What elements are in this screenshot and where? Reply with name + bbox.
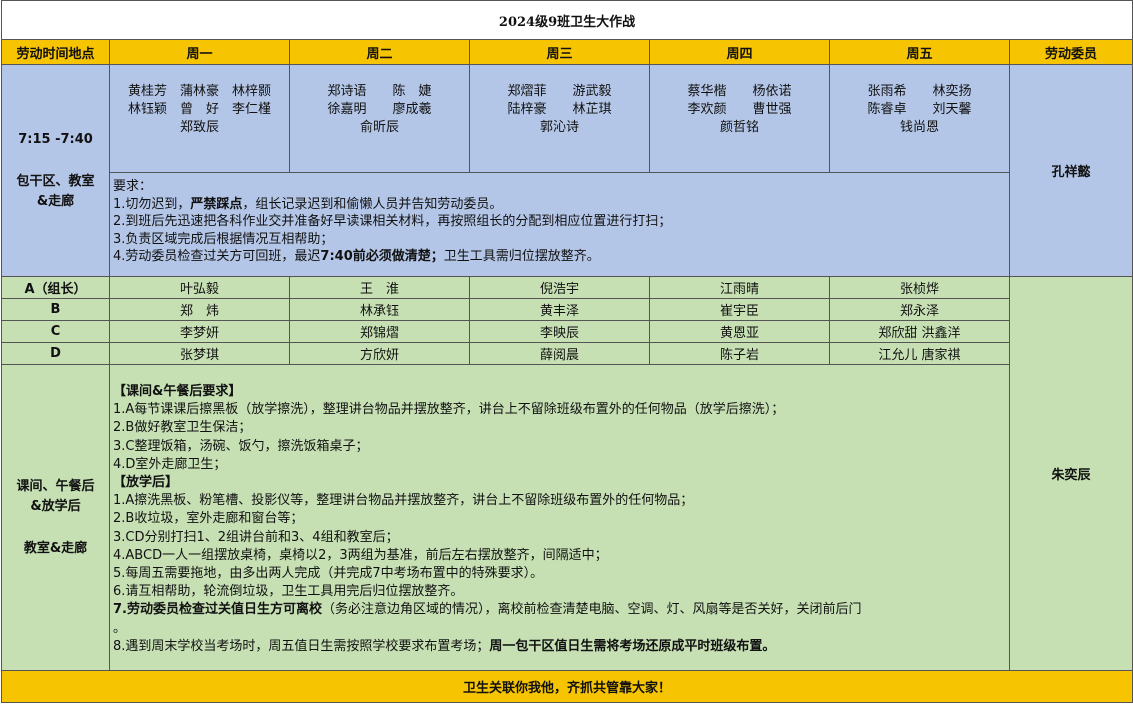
req-item-2: 2.到班后先迅速把各科作业交并准备好早读课相关材料，再按照组长的分配到相应位置进… [113,214,672,229]
header-monday: 周一 [109,39,290,65]
group-cell: 郑锦熠 [289,320,470,343]
footer-slogan: 卫生关联你我他，齐抓共管靠大家！ [0,670,1133,703]
group-cell: 李梦妍 [109,320,290,343]
afternoon-line1: 课间、午餐后 [16,478,95,494]
page-title: 2024级9班卫生大作战 [0,0,1133,40]
morning-names-wednesday: 郑熠菲 游武毅 陆梓豪 林芷琪 郭沁诗 [469,64,650,173]
req-item-4: 4.劳动委员检查过关方可回班，最迟7:40前必须做清楚；卫生工具需归位摆放整齐。 [113,249,600,264]
sec2-item-7-tail: 。 [113,620,127,636]
name-line: 蔡华楷 杨依诺 [687,84,792,99]
req-item-3: 3.负责区域完成后根据情况互相帮助； [113,231,334,247]
group-cell: 郑欣甜 洪鑫洋 [829,320,1010,343]
group-cell: 王 淮 [289,276,470,299]
morning-names-monday: 黄桂芳 蒲林豪 林梓颢 林钰颖 曾 好 李仁槿 郑致辰 [109,64,290,173]
group-row-d: D 张梦琪 方欣妍 薛阅晨 陈子岩 江允儿 唐家祺 [1,342,1133,365]
header-row: 劳动时间地点 周一 周二 周三 周四 周五 劳动委员 [1,39,1133,65]
sec1-item: 2.B做好教室卫生保洁； [113,420,252,436]
group-cell: 薛阅晨 [469,342,650,365]
group-cell: 叶弘毅 [109,276,290,299]
sec2-item: 1.A擦洗黑板、粉笔槽、投影仪等，整理讲台物品并摆放整齐，讲台上不留除班级布置外… [113,493,694,509]
name-line: 林钰颖 曾 好 李仁槿 [127,102,271,117]
group-label: D [1,342,110,365]
name-line: 颜哲铭 [719,120,759,135]
name-line: 俞昕辰 [359,120,399,135]
sec1-item: 3.C整理饭箱，汤碗、饭勺，擦洗饭箱桌子； [113,438,369,454]
morning-place-line2: &走廊 [36,193,75,209]
group-cell: 李映辰 [469,320,650,343]
header-tuesday: 周二 [289,39,470,65]
morning-time: 7:15 -7:40 [18,131,93,147]
morning-names-friday: 张雨希 林奕扬 陈睿卓 刘天馨 钱尚恩 [829,64,1010,173]
name-line: 李欢颜 曹世强 [687,102,792,117]
sec1-item: 1.A每节课课后擦黑板（放学擦洗），整理讲台物品并摆放整齐，讲台上不留除班级布置… [113,402,785,418]
group-row-a: A（组长） 叶弘毅 王 淮 倪浩宇 江雨晴 张桢烨 朱奕辰 [1,276,1133,671]
group-cell: 张桢烨 [829,276,1010,299]
sec1-item: 4.D室外走廊卫生； [113,456,227,472]
group-cell: 江雨晴 [649,276,830,299]
name-line: 陈睿卓 刘天馨 [867,102,972,117]
name-line: 郭沁诗 [539,120,579,135]
afternoon-member: 朱奕辰 [1008,276,1133,671]
sec2-item: 5.每周五需要拖地，由多出两人完成（并完成7中考场布置中的特殊要求）。 [113,566,544,582]
group-cell: 江允儿 唐家祺 [829,342,1010,365]
req-item-1: 1.切勿迟到，严禁踩点，组长记录迟到和偷懒人员并告知劳动委员。 [113,196,503,212]
group-cell: 张梦琪 [109,342,290,365]
sec2-item: 6.请互相帮助，轮流倒垃圾，卫生工具用完后归位摆放整齐。 [113,584,464,600]
morning-time-place: 7:15 -7:40 包干区、教室 &走廊 [1,64,110,277]
afternoon-requirements: 【课间&午餐后要求】 1.A每节课课后擦黑板（放学擦洗），整理讲台物品并摆放整齐… [109,364,1010,671]
name-line: 郑熠菲 游武毅 [507,84,612,99]
group-label: C [1,320,110,343]
afternoon-time-place: 课间、午餐后 &放学后 教室&走廊 [1,364,110,671]
duty-table: 2024级9班卫生大作战 劳动时间地点 周一 周二 周三 周四 周五 劳动委员 … [0,0,1133,703]
name-line: 郑致辰 [179,120,219,135]
header-friday: 周五 [829,39,1010,65]
group-cell: 林承钰 [289,298,470,321]
afternoon-line3: 教室&走廊 [23,540,88,556]
name-line: 张雨希 林奕扬 [867,84,972,99]
group-cell: 黄丰泽 [469,298,650,321]
header-time-place: 劳动时间地点 [1,39,110,65]
group-label: B [1,298,110,321]
morning-member: 孔祥懿 [1008,64,1133,277]
group-cell: 郑永泽 [829,298,1010,321]
sec2-item: 4.ABCD一人一组摆放桌椅，桌椅以2，3两组为基准，前后左右摆放整齐，间隔适中… [113,547,608,563]
group-cell: 倪浩宇 [469,276,650,299]
sec2-title: 【放学后】 [113,475,179,491]
sec2-item-8: 8.遇到周末学校当考场时，周五值日生需按照学校要求布置考场；周一包干区值日生需将… [113,638,776,654]
header-thursday: 周四 [649,39,830,65]
sec2-item: 2.B收垃圾，室外走廊和窗台等； [113,511,304,527]
group-row-b: B 郑 炜 林承钰 黄丰泽 崔宇臣 郑永泽 [1,298,1133,321]
name-line: 钱尚恩 [899,120,939,135]
morning-names-tuesday: 郑诗语 陈 婕 徐嘉明 廖成羲 俞昕辰 [289,64,470,173]
group-row-c: C 李梦妍 郑锦熠 李映辰 黄恩亚 郑欣甜 洪鑫洋 [1,320,1133,343]
group-cell: 方欣妍 [289,342,470,365]
sec2-item: 3.CD分别打扫1、2组讲台前和3、4组和教室后； [113,529,399,545]
header-member: 劳动委员 [1008,39,1133,65]
afternoon-line2: &放学后 [30,498,81,514]
morning-names-thursday: 蔡华楷 杨依诺 李欢颜 曹世强 颜哲铭 [649,64,830,173]
morning-place-line1: 包干区、教室 [16,173,95,189]
sec1-title: 【课间&午餐后要求】 [113,384,242,399]
group-cell: 黄恩亚 [649,320,830,343]
name-line: 徐嘉明 廖成羲 [327,102,432,117]
name-line: 郑诗语 陈 婕 [327,84,432,99]
group-label: A（组长） [1,276,110,299]
header-wednesday: 周三 [469,39,650,65]
name-line: 黄桂芳 蒲林豪 林梓颢 [127,84,271,99]
name-line: 陆梓豪 林芷琪 [507,102,612,117]
group-cell: 郑 炜 [109,298,290,321]
group-cell: 陈子岩 [649,342,830,365]
group-cell: 崔宇臣 [649,298,830,321]
morning-requirements: 要求： 1.切勿迟到，严禁踩点，组长记录迟到和偷懒人员并告知劳动委员。 2.到班… [109,172,1010,277]
sec2-item-7: 7.劳动委员检查过关值日生方可离校（务必注意边角区域的情况），离校前检查清楚电脑… [113,602,862,618]
req-title: 要求： [113,179,153,194]
